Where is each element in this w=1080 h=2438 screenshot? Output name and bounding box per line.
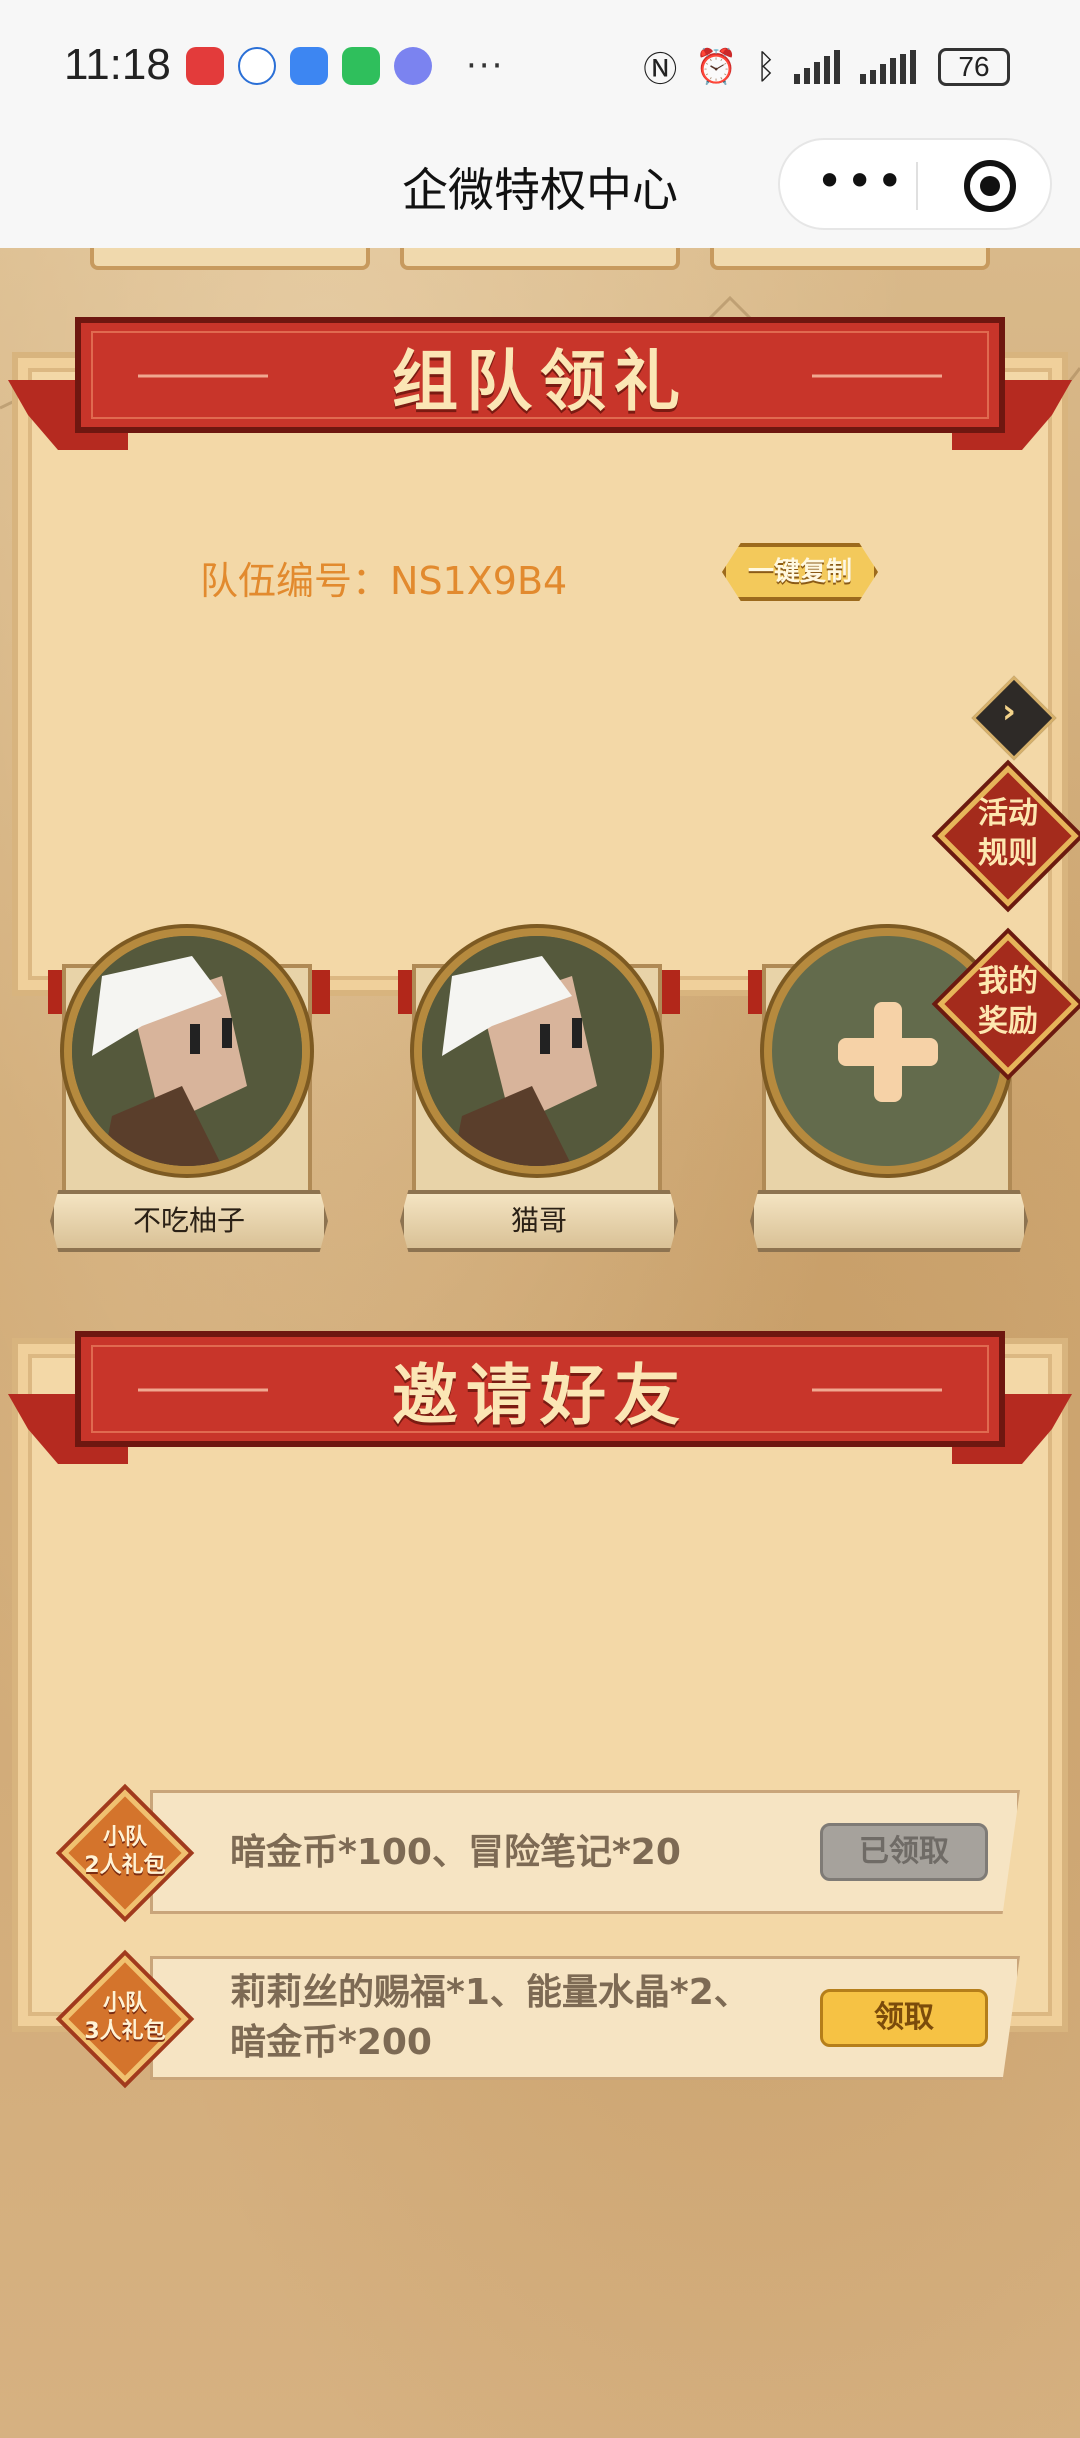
chevron-right-icon: › (1002, 691, 1017, 732)
copy-team-id-button[interactable]: 一键复制 (722, 543, 878, 601)
status-bar: 11:18 ··· Ⓝ ⏰ ᛒ 76 (0, 0, 1080, 128)
music-app-icon (394, 47, 432, 85)
top-tab-1[interactable] (90, 248, 370, 270)
reward-badge: 小队 3人礼包 (60, 1954, 190, 2084)
invite-section-title: 邀请好友 (392, 1357, 688, 1434)
nfc-icon: Ⓝ (643, 50, 678, 90)
rewards-label: 我的 奖励 (944, 962, 1072, 1042)
top-tab-2[interactable] (400, 248, 680, 270)
reward-text-line1: 暗金币*100、冒险笔记*20 (230, 1832, 681, 1873)
member-avatar (64, 928, 310, 1174)
reward-text-line2: 暗金币*200 (230, 2022, 432, 2063)
my-rewards-button[interactable]: 我的 奖励 (937, 933, 1079, 1075)
system-icons: Ⓝ ⏰ ᛒ 76 (643, 42, 1010, 91)
rules-label-line2: 规则 (978, 836, 1038, 871)
rules-label: 活动 规则 (944, 794, 1072, 874)
more-button[interactable]: ••• (816, 154, 906, 208)
team-id-value: NS1X9B4 (390, 559, 568, 603)
battery-icon: 76 (938, 47, 1010, 86)
location-app-icon (238, 47, 276, 85)
clock: 11:18 (64, 40, 171, 89)
reward-badge: 小队 2人礼包 (60, 1788, 190, 1918)
claimed-button[interactable]: 已领取 (820, 1823, 988, 1881)
huawei-app-icon (186, 47, 224, 85)
badge-line1: 小队 (102, 1991, 147, 2016)
top-tabs (90, 248, 990, 278)
reward-row-2-person: 小队 2人礼包 暗金币*100、冒险笔记*20 已领取 (61, 1789, 1020, 1917)
mini-program-capsule: ••• (778, 138, 1052, 230)
badge-text: 小队 3人礼包 (60, 1990, 190, 2046)
member-avatar (414, 928, 660, 1174)
team-section-title: 组队领礼 (392, 343, 688, 420)
top-tab-3[interactable] (710, 248, 990, 270)
reward-text-line1: 莉莉丝的赐福*1、能量水晶*2、 (230, 1972, 750, 2013)
team-member-slot-1[interactable]: 不吃柚子 (44, 924, 334, 1264)
team-id-label: 队伍编号： (200, 559, 391, 603)
claim-button[interactable]: 领取 (820, 1989, 988, 2047)
member-name (750, 1190, 1028, 1252)
bluetooth-icon: ᛒ (755, 46, 776, 87)
member-name: 不吃柚子 (50, 1190, 328, 1252)
reward-description: 暗金币*100、冒险笔记*20 (230, 1828, 681, 1878)
wifi-app-icon (290, 47, 328, 85)
team-id-display: 队伍编号：NS1X9B4 (200, 550, 567, 605)
badge-text: 小队 2人礼包 (60, 1824, 190, 1880)
reward-description: 莉莉丝的赐福*1、能量水晶*2、 暗金币*200 (230, 1968, 750, 2068)
signal-icon (794, 49, 840, 84)
activity-rules-button[interactable]: 活动 规则 (937, 765, 1079, 907)
member-name: 猫哥 (400, 1190, 678, 1252)
plus-icon (838, 1002, 938, 1102)
capsule-divider (916, 162, 918, 210)
rules-label-line1: 活动 (978, 796, 1038, 831)
reward-row-3-person: 小队 3人礼包 莉莉丝的赐福*1、能量水晶*2、 暗金币*200 领取 (61, 1955, 1020, 2083)
notification-icons: ··· (186, 46, 504, 86)
team-member-slot-2[interactable]: 猫哥 (394, 924, 684, 1264)
rewards-label-line2: 奖励 (978, 1004, 1038, 1039)
alarm-icon: ⏰ (695, 46, 738, 87)
badge-line2: 2人礼包 (84, 1853, 166, 1878)
nav-bar: 企微特权中心 ••• (0, 128, 1080, 248)
more-notifications-icon: ··· (466, 46, 505, 86)
rewards-label-line1: 我的 (978, 964, 1038, 999)
badge-line2: 3人礼包 (84, 2019, 166, 2044)
badge-line1: 小队 (102, 1825, 147, 1850)
signal-icon-2 (860, 49, 916, 84)
iqiyi-app-icon (342, 47, 380, 85)
close-mini-program-button[interactable] (964, 160, 1016, 212)
